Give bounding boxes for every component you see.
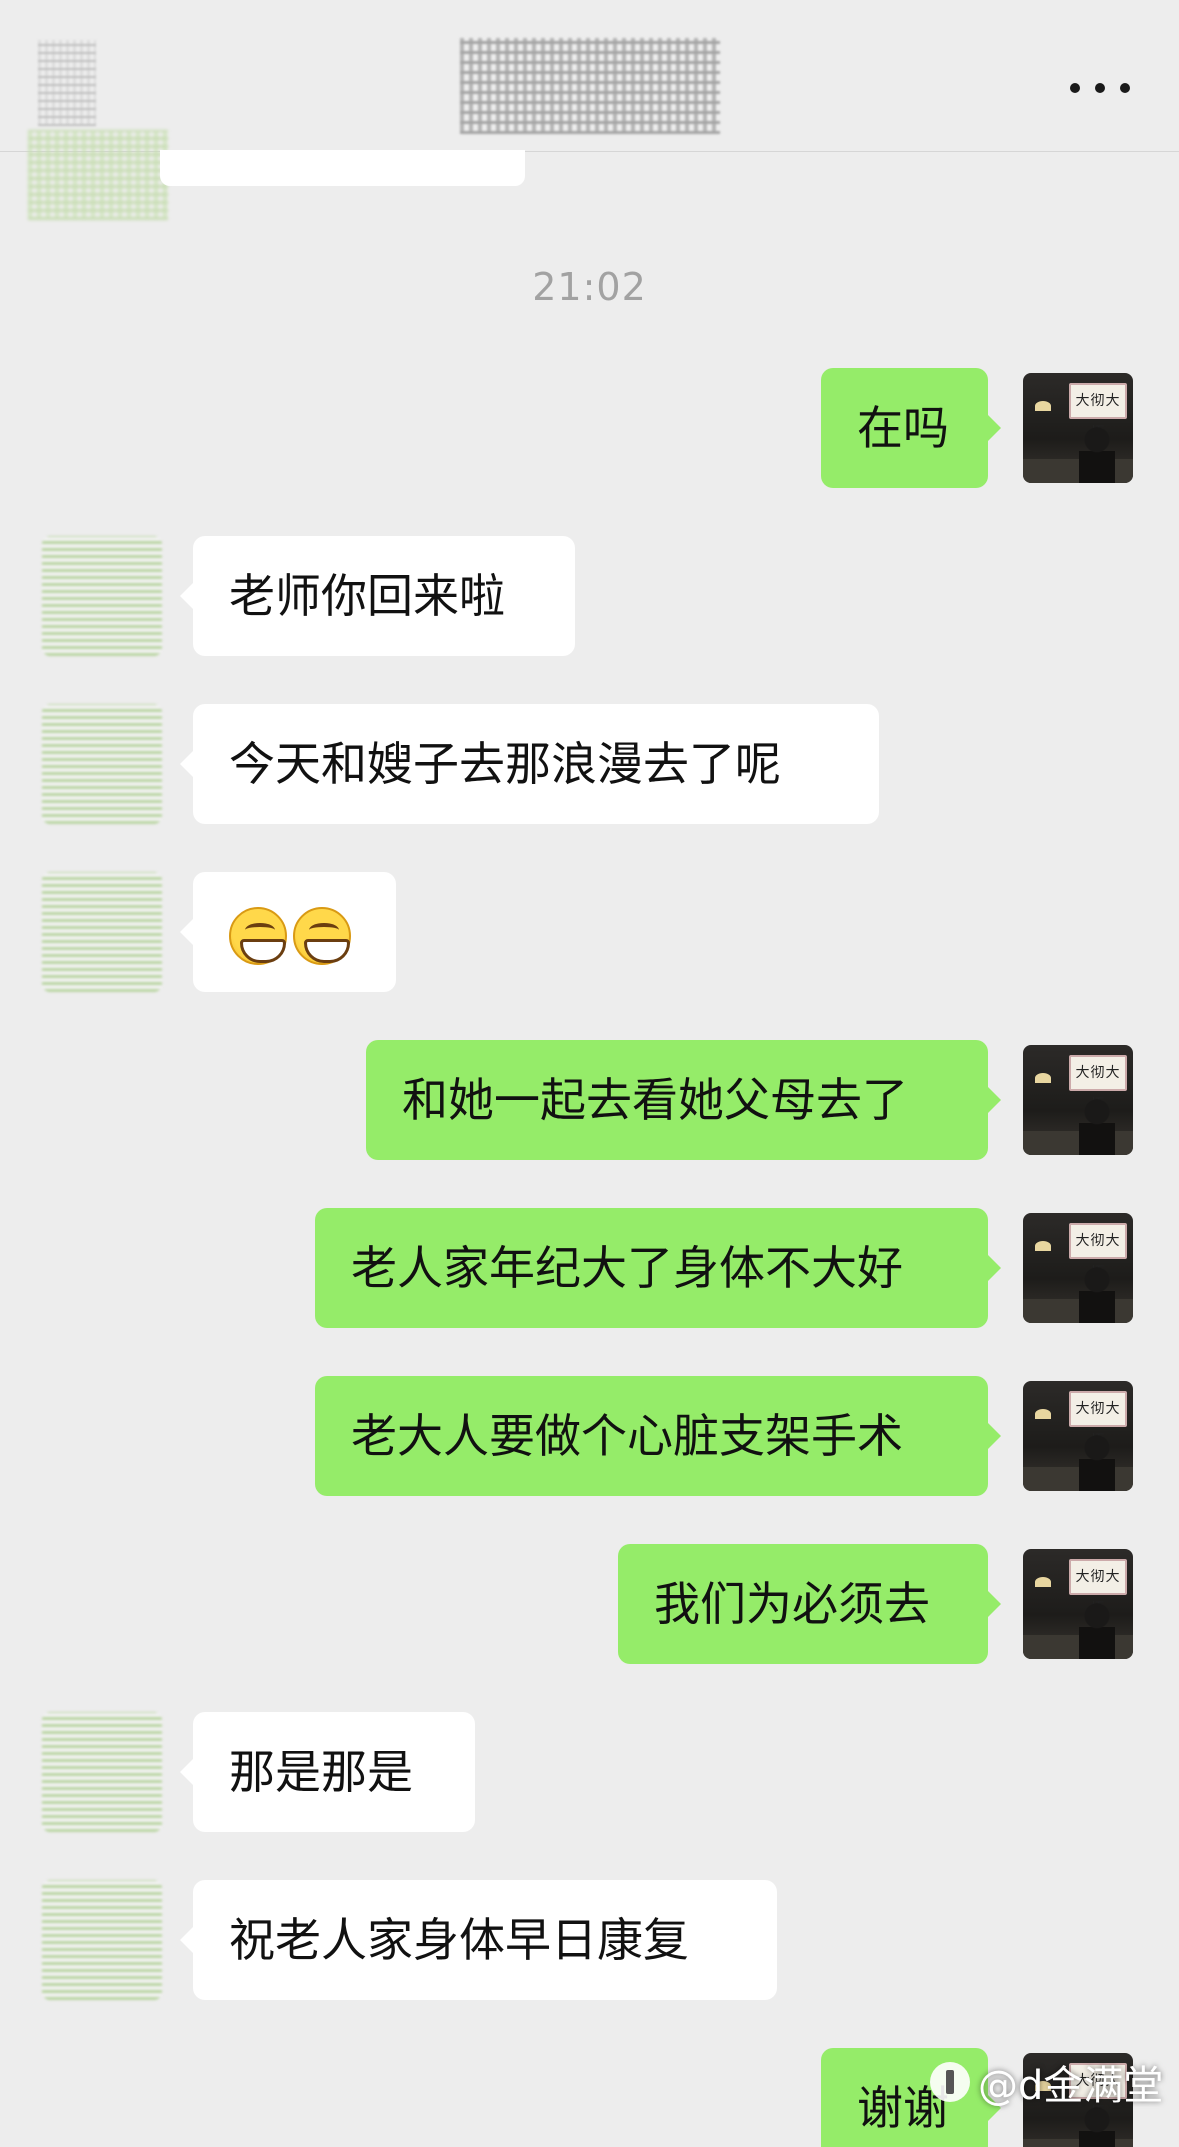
desk-shape [1023, 1131, 1133, 1155]
grinning-face-icon [229, 906, 287, 965]
message-text: 老师你回来啦 [229, 569, 505, 623]
watermark-logo-icon [930, 2062, 970, 2102]
desk-shape [1023, 459, 1133, 483]
desk-shape [1023, 1467, 1133, 1491]
self-message-bubble[interactable]: 和她一起去看她父母去了 [366, 1040, 1001, 1160]
peer-message-bubble[interactable]: 今天和嫂子去那浪漫去了呢 [180, 704, 879, 824]
lamp-shape [1035, 1409, 1051, 1419]
message-text: 老人家年纪大了身体不大好 [351, 1241, 903, 1295]
watermark-text: @d金满堂 [978, 2063, 1164, 2109]
peer-message-bubble[interactable]: 祝老人家身体早日康复 [180, 1880, 777, 2000]
peer-message-bubble[interactable]: 老师你回来啦 [180, 536, 575, 656]
person-silhouette [1079, 1267, 1115, 1323]
avatar-sign: 大彻大悟 [1069, 1223, 1127, 1281]
self-message-bubble[interactable]: 我们为必须去 [618, 1544, 1001, 1664]
more-dot [1070, 83, 1080, 93]
self-avatar[interactable]: 大彻大悟 [1023, 373, 1133, 483]
lamp-shape [1035, 1577, 1051, 1587]
person-silhouette [1079, 1435, 1115, 1491]
message-text: 今天和嫂子去那浪漫去了呢 [229, 737, 781, 791]
more-dot [1120, 83, 1130, 93]
peer-avatar-blurred[interactable] [42, 1712, 162, 1832]
self-message-bubble[interactable]: 老人家年纪大了身体不大好 [315, 1208, 1001, 1328]
lamp-shape [1035, 401, 1051, 411]
message-text: 在吗 [857, 401, 949, 455]
back-icon[interactable] [38, 40, 96, 126]
message-timestamp: 21:02 [532, 265, 647, 309]
grinning-face-icon [293, 906, 351, 965]
more-options-icon[interactable] [1070, 80, 1130, 96]
desk-shape [1023, 1299, 1133, 1323]
lamp-shape [1035, 1241, 1051, 1251]
desk-shape [1023, 2139, 1133, 2147]
avatar-sign: 大彻大悟 [1069, 1055, 1127, 1113]
peer-message-bubble[interactable] [180, 872, 396, 992]
peer-avatar-blurred[interactable] [42, 704, 162, 824]
person-silhouette [1079, 2107, 1115, 2147]
peer-message-bubble[interactable]: 那是那是 [180, 1712, 475, 1832]
avatar-sign: 大彻大悟 [1069, 383, 1127, 441]
chat-header [0, 0, 1179, 152]
self-avatar[interactable]: 大彻大悟 [1023, 1381, 1133, 1491]
self-avatar[interactable]: 大彻大悟 [1023, 1045, 1133, 1155]
self-avatar[interactable]: 大彻大悟 [1023, 1549, 1133, 1659]
self-message-bubble[interactable]: 在吗 [821, 368, 1001, 488]
desk-shape [1023, 1635, 1133, 1659]
message-text: 和她一起去看她父母去了 [402, 1073, 908, 1127]
message-text: 我们为必须去 [654, 1577, 930, 1631]
peer-avatar-blurred[interactable] [42, 872, 162, 992]
message-text: 那是那是 [229, 1745, 413, 1799]
watermark: @d金满堂 [930, 2052, 1163, 2112]
person-silhouette [1079, 1099, 1115, 1155]
message-text: 老大人要做个心脏支架手术 [351, 1409, 903, 1463]
lamp-shape [1035, 1073, 1051, 1083]
more-dot [1095, 83, 1105, 93]
self-avatar[interactable]: 大彻大悟 [1023, 1213, 1133, 1323]
person-silhouette [1079, 1603, 1115, 1659]
message-text: 祝老人家身体早日康复 [229, 1913, 689, 1967]
person-silhouette [1079, 427, 1115, 483]
peer-avatar-blurred[interactable] [42, 536, 162, 656]
previous-peer-avatar-blurred[interactable] [28, 130, 168, 220]
avatar-sign: 大彻大悟 [1069, 1391, 1127, 1449]
self-message-bubble[interactable]: 老大人要做个心脏支架手术 [315, 1376, 1001, 1496]
avatar-sign: 大彻大悟 [1069, 1559, 1127, 1617]
previous-message-bubble[interactable] [160, 150, 525, 186]
chat-title-blurred [460, 38, 720, 134]
peer-avatar-blurred[interactable] [42, 1880, 162, 2000]
